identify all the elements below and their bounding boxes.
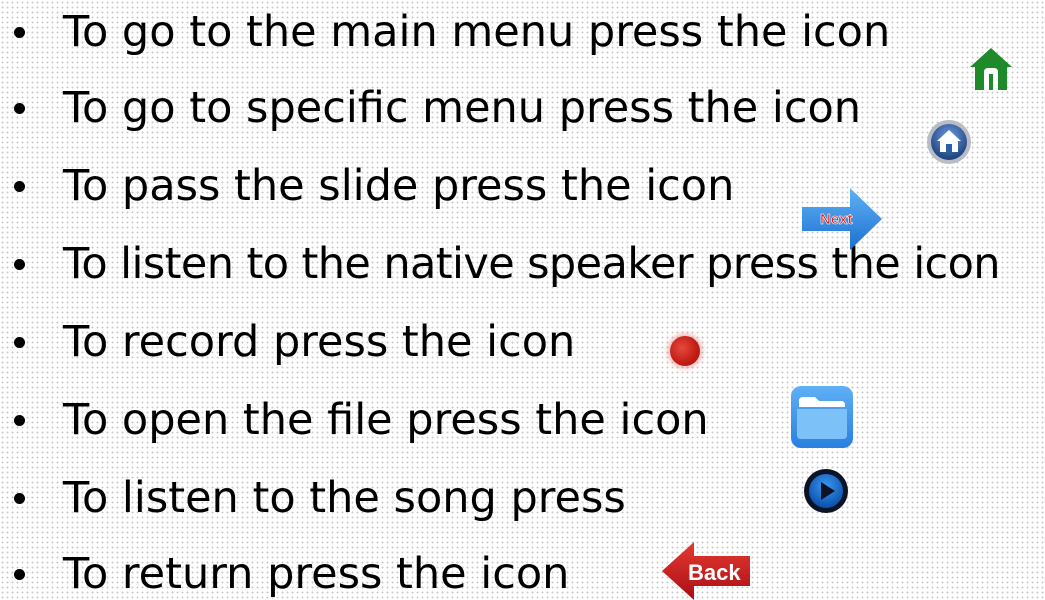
bullet-icon [14, 568, 25, 580]
bullet-text: To return press the icon [63, 548, 570, 599]
back-arrow-icon[interactable]: Back [660, 540, 752, 600]
record-icon[interactable] [670, 336, 700, 366]
bullet-text: To pass the slide press the icon [63, 160, 735, 211]
bullet-text: To record press the icon [63, 316, 576, 367]
bullet-text: To listen to the song press [63, 472, 626, 523]
bullet-text: To go to specific menu press the icon [63, 82, 862, 133]
folder-icon[interactable] [790, 385, 854, 449]
home-button-icon[interactable] [925, 118, 973, 166]
home-icon[interactable] [966, 44, 1016, 94]
bullet-icon [14, 102, 25, 114]
list-item-song: To listen to the song press [14, 468, 626, 528]
slide: To go to the main menu press the icon To… [0, 0, 1045, 600]
list-item-open-file: To open the file press the icon [14, 390, 709, 450]
next-arrow-icon[interactable]: Next [800, 185, 884, 253]
list-item-main-menu: To go to the main menu press the icon [14, 2, 890, 62]
list-item-record: To record press the icon [14, 312, 575, 372]
bullet-icon [14, 492, 25, 504]
next-label: Next [820, 211, 853, 228]
instruction-list: To go to the main menu press the icon To… [0, 0, 1045, 600]
bullet-icon [14, 26, 25, 38]
bullet-text: To open the file press the icon [63, 394, 709, 445]
back-label: Back [688, 560, 741, 585]
bullet-icon [14, 336, 25, 348]
bullet-icon [14, 414, 25, 426]
bullet-icon [14, 180, 25, 192]
bullet-text: To go to the main menu press the icon [63, 6, 891, 57]
bullet-icon [14, 258, 25, 270]
list-item-return: To return press the icon [14, 544, 569, 600]
list-item-specific-menu: To go to specific menu press the icon [14, 78, 861, 138]
list-item-pass-slide: To pass the slide press the icon [14, 156, 734, 216]
play-icon[interactable] [803, 468, 849, 514]
